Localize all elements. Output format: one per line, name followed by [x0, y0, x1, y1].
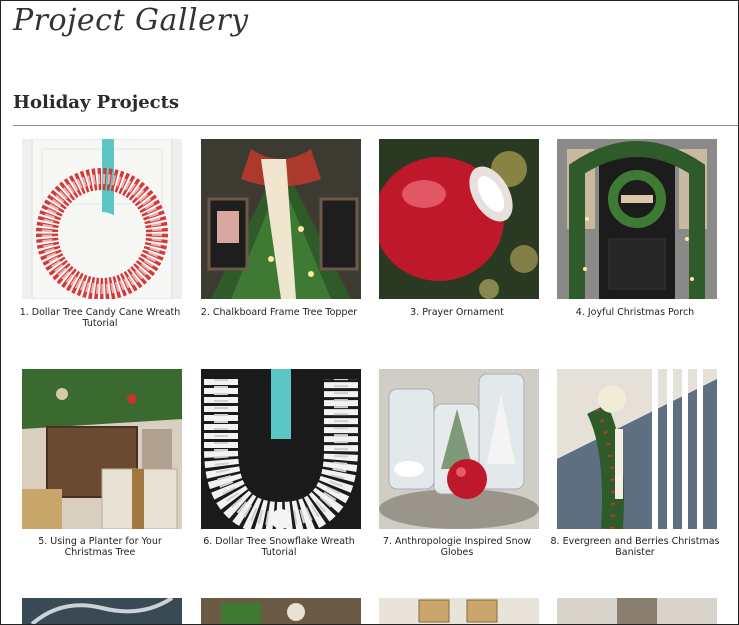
- project-thumbnail-christmas-porch[interactable]: [557, 139, 717, 299]
- project-thumbnail-partial[interactable]: [22, 598, 182, 624]
- project-caption[interactable]: 6. Dollar Tree Snowflake Wreath Tutorial: [193, 536, 365, 558]
- project-thumbnail-candy-cane-wreath[interactable]: [22, 139, 182, 299]
- project-thumbnail-prayer-ornament[interactable]: [379, 139, 539, 299]
- project-thumbnail-partial[interactable]: [201, 598, 361, 624]
- project-caption[interactable]: 7. Anthropologie Inspired Snow Globes: [371, 536, 543, 558]
- project-thumbnail-chalkboard-tree-topper[interactable]: [201, 139, 361, 299]
- project-caption[interactable]: 8. Evergreen and Berries Christmas Banis…: [549, 536, 721, 558]
- site-title: Project Gallery: [13, 3, 249, 38]
- project-thumbnail-partial[interactable]: [557, 598, 717, 624]
- section-divider: [13, 125, 738, 126]
- page-frame: Project Gallery Holiday Projects 1. Doll…: [0, 0, 739, 625]
- project-thumbnail-partial[interactable]: [379, 598, 539, 624]
- project-caption[interactable]: 4. Joyful Christmas Porch: [549, 307, 721, 319]
- project-thumbnail-snowflake-wreath[interactable]: [201, 369, 361, 529]
- project-caption[interactable]: 1. Dollar Tree Candy Cane Wreath Tutoria…: [14, 307, 186, 329]
- project-caption[interactable]: 3. Prayer Ornament: [371, 307, 543, 319]
- project-thumbnail-christmas-banister[interactable]: [557, 369, 717, 529]
- project-caption[interactable]: 2. Chalkboard Frame Tree Topper: [193, 307, 365, 319]
- project-thumbnail-snow-globes[interactable]: [379, 369, 539, 529]
- section-title: Holiday Projects: [13, 92, 180, 113]
- project-caption[interactable]: 5. Using a Planter for Your Christmas Tr…: [14, 536, 186, 558]
- project-thumbnail-planter-tree[interactable]: [22, 369, 182, 529]
